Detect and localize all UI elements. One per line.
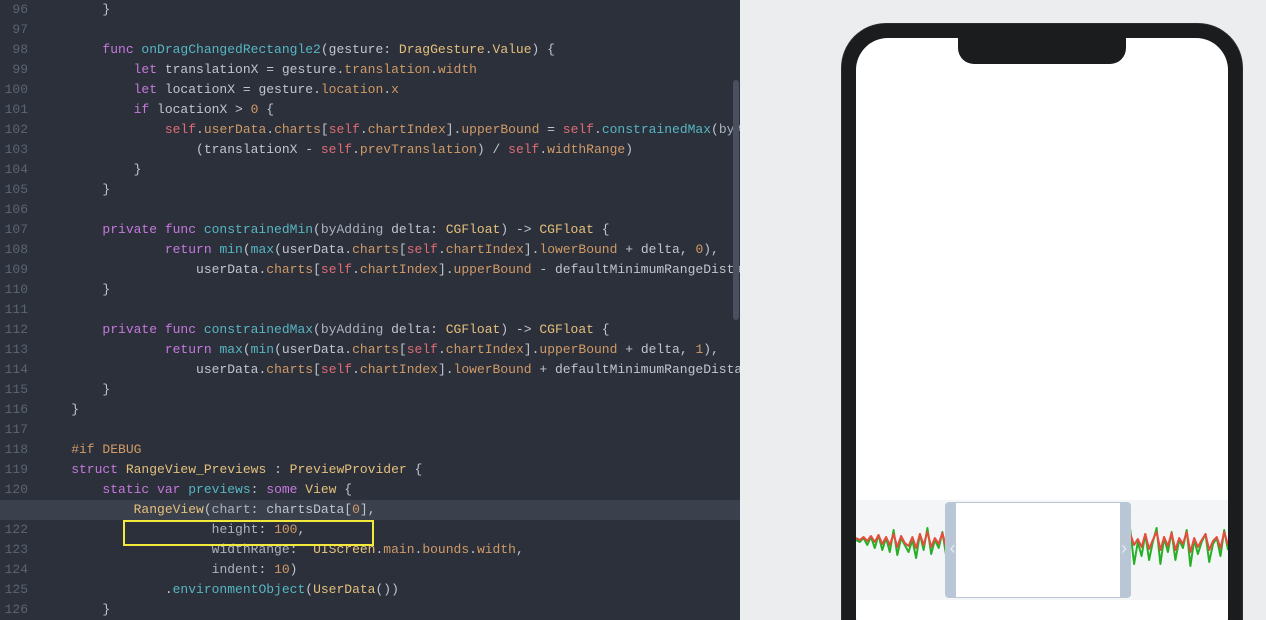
code-area[interactable]: } func onDragChangedRectangle2(gesture: … bbox=[40, 0, 732, 620]
line-number: 105 bbox=[0, 180, 28, 200]
code-line[interactable]: .environmentObject(UserData()) bbox=[40, 580, 732, 600]
code-line[interactable]: return max(min(userData.charts[self.char… bbox=[40, 340, 732, 360]
scrollbar-thumb[interactable] bbox=[733, 80, 739, 320]
line-number: 99 bbox=[0, 60, 28, 80]
line-number: 96 bbox=[0, 0, 28, 20]
code-line[interactable]: indent: 10) bbox=[40, 560, 732, 580]
code-editor[interactable]: 9697989910010110210310410510610710810911… bbox=[0, 0, 740, 620]
chevron-left-icon[interactable]: ‹ bbox=[947, 541, 958, 559]
line-number: 117 bbox=[0, 420, 28, 440]
code-line[interactable]: private func constrainedMin(byAdding del… bbox=[40, 220, 732, 240]
line-number: 107 bbox=[0, 220, 28, 240]
range-selection-window[interactable]: ‹ › bbox=[945, 502, 1131, 598]
line-number: 113 bbox=[0, 340, 28, 360]
line-number: 98 bbox=[0, 40, 28, 60]
code-line[interactable]: static var previews: some View { bbox=[40, 480, 732, 500]
editor-scrollbar[interactable] bbox=[732, 0, 740, 620]
line-number-gutter: 9697989910010110210310410510610710810911… bbox=[0, 0, 34, 620]
code-line[interactable]: height: 100, bbox=[40, 520, 732, 540]
line-number: 111 bbox=[0, 300, 28, 320]
code-line[interactable] bbox=[40, 200, 732, 220]
line-number: 106 bbox=[0, 200, 28, 220]
line-number: 126 bbox=[0, 600, 28, 620]
code-line[interactable] bbox=[40, 420, 732, 440]
code-line[interactable]: } bbox=[40, 280, 732, 300]
line-number: 101 bbox=[0, 100, 28, 120]
code-line[interactable]: let locationX = gesture.location.x bbox=[40, 80, 732, 100]
code-line[interactable]: } bbox=[40, 0, 732, 20]
line-number: 123 bbox=[0, 540, 28, 560]
code-line[interactable]: (translationX - self.prevTranslation) / … bbox=[40, 140, 732, 160]
chevron-right-icon[interactable]: › bbox=[1118, 541, 1129, 559]
line-number: 125 bbox=[0, 580, 28, 600]
code-line[interactable]: func onDragChangedRectangle2(gesture: Dr… bbox=[40, 40, 732, 60]
line-number: 109 bbox=[0, 260, 28, 280]
line-number: 104 bbox=[0, 160, 28, 180]
iphone-screen: ‹ › bbox=[856, 38, 1228, 620]
code-line[interactable]: self.userData.charts[self.chartIndex].up… bbox=[40, 120, 732, 140]
line-number: 108 bbox=[0, 240, 28, 260]
line-number: 120 bbox=[0, 480, 28, 500]
line-number: 100 bbox=[0, 80, 28, 100]
line-number: 103 bbox=[0, 140, 28, 160]
code-line[interactable]: } bbox=[40, 180, 732, 200]
code-line[interactable]: } bbox=[40, 380, 732, 400]
line-number: 119 bbox=[0, 460, 28, 480]
line-number: 124 bbox=[0, 560, 28, 580]
line-number: 102 bbox=[0, 120, 28, 140]
code-line[interactable]: } bbox=[40, 600, 732, 620]
iphone-device-frame: ‹ › bbox=[842, 24, 1242, 620]
code-line[interactable] bbox=[40, 300, 732, 320]
code-line[interactable]: #if DEBUG bbox=[40, 440, 732, 460]
code-line[interactable]: userData.charts[self.chartIndex].lowerBo… bbox=[40, 360, 732, 380]
line-number: 110 bbox=[0, 280, 28, 300]
code-line[interactable]: } bbox=[40, 400, 732, 420]
range-chart-area[interactable]: ‹ › bbox=[856, 500, 1228, 600]
line-number: 122 bbox=[0, 520, 28, 540]
code-line[interactable]: let translationX = gesture.translation.w… bbox=[40, 60, 732, 80]
line-number: 97 bbox=[0, 20, 28, 40]
line-number: 116 bbox=[0, 400, 28, 420]
code-line[interactable] bbox=[40, 20, 732, 40]
line-number: 118 bbox=[0, 440, 28, 460]
code-line[interactable]: if locationX > 0 { bbox=[40, 100, 732, 120]
line-number: 115 bbox=[0, 380, 28, 400]
code-line[interactable]: } bbox=[40, 160, 732, 180]
code-line[interactable]: struct RangeView_Previews : PreviewProvi… bbox=[40, 460, 732, 480]
code-line[interactable]: return min(max(userData.charts[self.char… bbox=[40, 240, 732, 260]
code-line[interactable]: widthRange: UIScreen.main.bounds.width, bbox=[40, 540, 732, 560]
iphone-notch bbox=[958, 38, 1126, 64]
preview-canvas: ‹ › bbox=[740, 0, 1266, 620]
line-number: 114 bbox=[0, 360, 28, 380]
code-line[interactable]: private func constrainedMax(byAdding del… bbox=[40, 320, 732, 340]
code-line[interactable]: RangeView(chart: chartsData[0], bbox=[0, 500, 740, 520]
line-number: 112 bbox=[0, 320, 28, 340]
code-line[interactable]: userData.charts[self.chartIndex].upperBo… bbox=[40, 260, 732, 280]
